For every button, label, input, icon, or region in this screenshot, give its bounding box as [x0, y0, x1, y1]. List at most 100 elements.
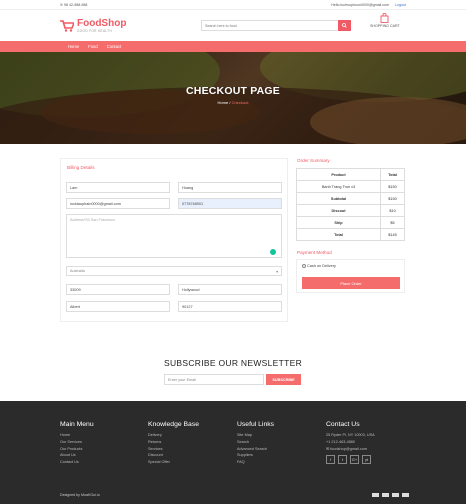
breadcrumb: Home / Checkout — [0, 100, 466, 105]
footer-useful-links: Useful Links Site Map Search Advanced Se… — [237, 421, 274, 466]
last-name-field[interactable]: Hoang — [178, 182, 282, 193]
footer-knowledge-base: Knowledge Base Delivery Returns Services… — [148, 421, 199, 466]
footer-col-title: Contact Us — [326, 421, 360, 428]
grammar-assist-icon[interactable] — [270, 249, 276, 255]
total-label: Total — [295, 228, 382, 241]
nav-item-home[interactable]: Home — [68, 44, 79, 49]
first-name-field[interactable]: Lam — [66, 182, 170, 193]
footer-link-about[interactable]: About Us — [60, 452, 94, 459]
logout-link[interactable]: Logout — [395, 3, 406, 7]
youtube-icon[interactable]: yt — [362, 455, 371, 465]
payment-icons — [372, 493, 409, 497]
city-field[interactable]: Hollywood — [178, 284, 282, 295]
chevron-down-icon: ▾ — [276, 269, 278, 274]
contact-address: 25 Ryder Pl, NY 10003, USA — [326, 432, 375, 439]
facebook-icon[interactable]: f — [326, 455, 335, 465]
order-summary-title: Order Summary — [297, 158, 330, 163]
shopping-cart-button[interactable]: SHOPPING CART — [370, 13, 400, 28]
cod-radio[interactable] — [302, 264, 306, 268]
breadcrumb-home[interactable]: Home — [218, 100, 229, 105]
footer-link-site-map[interactable]: Site Map — [237, 432, 274, 439]
twitter-icon[interactable]: t — [338, 455, 347, 465]
card-icon — [402, 493, 409, 497]
product-name: Banh Trang Tron x3 — [295, 180, 382, 193]
contact-email: ✉ foodshop@gmail.com — [326, 446, 375, 453]
postcode-field[interactable]: 90127 — [178, 301, 282, 312]
top-bar: ✆ 98 42-988-988 Hello.tuchsuphuon0000@gm… — [0, 0, 466, 10]
ship-label: Ship — [295, 216, 382, 229]
shopping-cart-label: SHOPPING CART — [370, 24, 400, 28]
email-field[interactable]: lucktauphain0000@gmail.com — [66, 198, 170, 209]
main-nav: Home Food Contact — [0, 41, 466, 52]
footer-col-title: Knowledge Base — [148, 421, 200, 428]
contact-address-text: 25 Ryder Pl, NY 10003, USA — [326, 433, 375, 437]
footer-link-advanced-search[interactable]: Advanced Search — [237, 446, 274, 453]
footer-contact: Contact Us 25 Ryder Pl, NY 10003, USA +1… — [326, 421, 375, 465]
subscribe-button[interactable]: SUBSCRIBE — [266, 374, 301, 385]
footer-link-suppliers[interactable]: Suppliers — [237, 452, 274, 459]
footer-link-products[interactable]: Our Products — [60, 446, 94, 453]
total-value: $145 — [380, 228, 405, 241]
phone-field[interactable]: 0778748901 — [178, 198, 282, 209]
place-order-button[interactable]: Place Order — [302, 277, 400, 289]
phone-text: ✆ 98 42-988-988 — [60, 2, 88, 7]
newsletter-email-input[interactable]: Enter your Email — [164, 374, 264, 385]
footer-link-faq[interactable]: FAQ — [237, 459, 274, 466]
footer-link-services[interactable]: Our Services — [60, 439, 94, 446]
card-icon — [382, 493, 389, 497]
footer-link-services-kb[interactable]: Services — [148, 446, 199, 453]
footer-link-delivery[interactable]: Delivery — [148, 432, 199, 439]
country-value: Australia — [70, 269, 85, 273]
table-header-row: Product Total — [295, 168, 405, 181]
ship-value: $5 — [380, 216, 405, 229]
search-bar — [201, 20, 351, 31]
address-field[interactable]: Address*93 San Francisco — [66, 214, 282, 258]
payment-method-title: Payment Method — [297, 250, 332, 255]
footer-col-title: Main Menu — [60, 421, 94, 428]
country-select[interactable]: Australia ▾ — [66, 266, 282, 276]
phone-value: 98 42-988-988 — [64, 2, 88, 7]
search-input[interactable] — [201, 20, 338, 31]
bag-icon — [380, 13, 389, 23]
payment-option[interactable]: Cash on Delivery — [302, 264, 336, 268]
contact-phone: +1 212-463-4580 — [326, 439, 375, 446]
product-total: $150 — [380, 180, 405, 193]
footer-link-search[interactable]: Search — [237, 439, 274, 446]
nav-item-food[interactable]: Food — [88, 44, 98, 49]
paypal-icon — [392, 493, 399, 497]
nav-item-contact[interactable]: Contact — [107, 44, 121, 49]
state-field[interactable]: Albert — [66, 301, 170, 312]
footer-link-contact[interactable]: Contact Us — [60, 459, 94, 466]
search-button[interactable] — [338, 20, 351, 31]
table-row: Banh Trang Tron x3 $150 — [295, 180, 405, 193]
footer-link-home[interactable]: Home — [60, 432, 94, 439]
social-links: f t G+ yt — [326, 455, 375, 465]
google-plus-icon[interactable]: G+ — [350, 455, 359, 465]
zip-field[interactable]: 33009 — [66, 284, 170, 295]
hero-banner: CHECKOUT PAGE Home / Checkout — [0, 52, 466, 144]
brand-tagline: GOOD FOR HEALTH — [77, 28, 113, 33]
search-icon — [342, 23, 347, 28]
subtotal-label: Subtotal — [295, 192, 382, 205]
account-email: Hello.tuchsuphuon0000@gmail.com — [331, 2, 389, 7]
discount-label: Discout — [295, 204, 382, 217]
cod-label: Cash on Delivery — [307, 264, 336, 268]
footer-col-title: Useful Links — [237, 421, 275, 428]
table-row: Discout $10 — [295, 204, 405, 217]
footer-main-menu: Main Menu Home Our Services Our Products… — [60, 421, 94, 466]
card-icon — [372, 493, 379, 497]
footer-link-special-offer[interactable]: Special Offer — [148, 459, 199, 466]
order-summary-table: Product Total Banh Trang Tron x3 $150 Su… — [295, 168, 405, 241]
header-total: Total — [380, 168, 405, 181]
table-row: Subtotal $150 — [295, 192, 405, 205]
billing-title: Billing Details — [67, 165, 95, 170]
page-title: CHECKOUT PAGE — [186, 85, 280, 97]
table-row: Total $145 — [295, 228, 405, 241]
footer-link-discount[interactable]: Discount — [148, 452, 199, 459]
logo[interactable]: FoodShop GOOD FOR HEALTH — [60, 18, 126, 33]
subtotal-value: $150 — [380, 192, 405, 205]
contact-email-text: foodshop@gmail.com — [330, 446, 368, 451]
logo-cart-icon — [60, 19, 74, 32]
table-row: Ship $5 — [295, 216, 405, 229]
footer-link-returns[interactable]: Returns — [148, 439, 199, 446]
